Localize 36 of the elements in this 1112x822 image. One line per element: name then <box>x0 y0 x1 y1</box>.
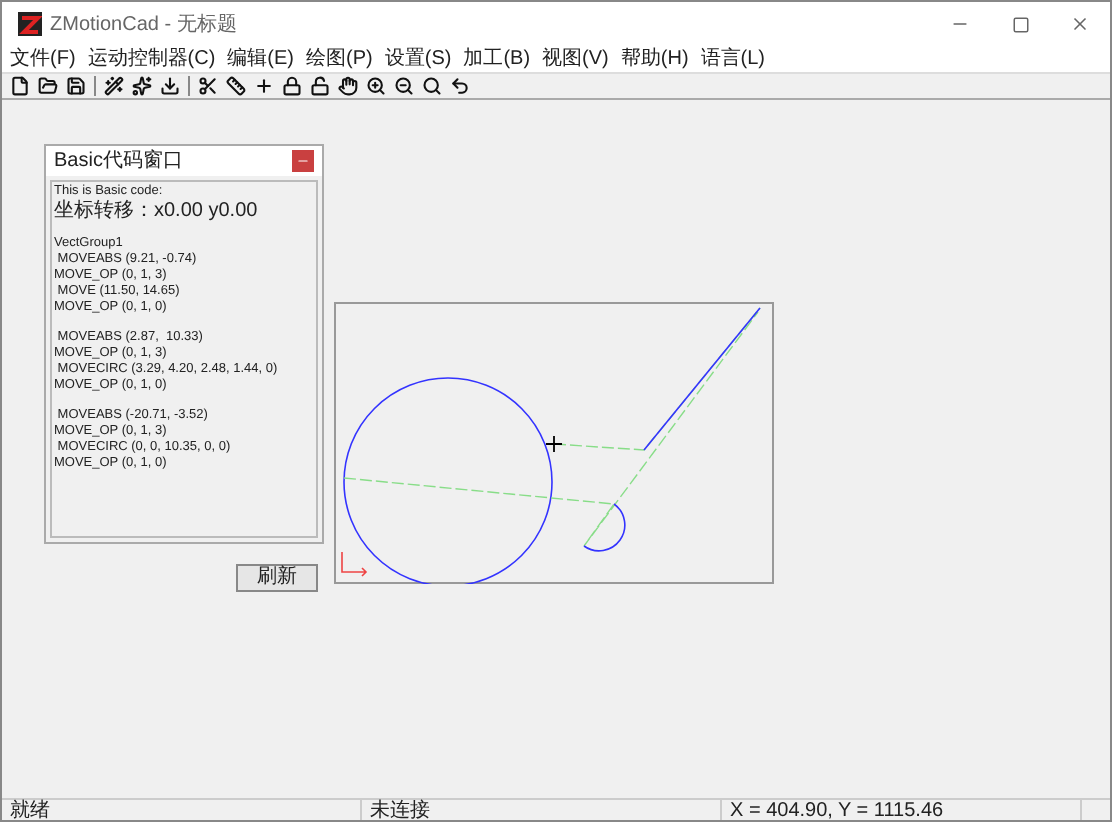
menu-item[interactable]: 语言(L) <box>700 47 766 71</box>
crosshair-icon[interactable] <box>254 76 274 96</box>
new-file-icon[interactable] <box>10 76 30 96</box>
status-text: 就绪 <box>2 799 362 820</box>
hand-icon[interactable] <box>338 76 358 96</box>
zoom-out-icon[interactable] <box>394 76 414 96</box>
app-logo-icon <box>18 12 42 36</box>
code-line: 坐标转移：x0.00 y0.00 <box>54 200 260 222</box>
status-text: X = 404.90, Y = 1115.46 <box>722 799 1082 820</box>
menu-item[interactable]: 文件(F) <box>10 47 76 71</box>
menu-item[interactable]: 绘图(P) <box>306 47 373 71</box>
download-icon[interactable] <box>160 76 180 96</box>
menu-item[interactable]: 加工(B) <box>463 47 531 71</box>
window-title: ZMotionCad - 无标题 <box>50 11 237 39</box>
lock-icon[interactable] <box>282 76 302 96</box>
maximize-icon <box>1011 15 1029 33</box>
search-icon[interactable] <box>422 76 442 96</box>
refresh-button[interactable]: 刷新 <box>236 564 318 592</box>
status-text: 未连接 <box>362 799 722 820</box>
scissors-icon[interactable] <box>198 76 218 96</box>
save-icon[interactable] <box>66 76 86 96</box>
folder-icon[interactable] <box>38 76 58 96</box>
panel-title: Basic代码窗口 <box>54 149 183 173</box>
menu-item[interactable]: 视图(V) <box>542 47 609 71</box>
zoom-in-icon[interactable] <box>366 76 386 96</box>
sparkle-icon[interactable] <box>132 76 152 96</box>
unlock-icon[interactable] <box>310 76 330 96</box>
menu-item[interactable]: 帮助(H) <box>620 47 689 71</box>
wand-icon[interactable] <box>104 76 124 96</box>
menu-item[interactable]: 运动控制器(C) <box>87 47 216 71</box>
menu-item[interactable]: 设置(S) <box>384 47 452 71</box>
arc-icon[interactable] <box>450 76 470 96</box>
minus-icon <box>296 154 310 168</box>
menu-item[interactable]: 编辑(E) <box>227 47 295 71</box>
ruler-icon[interactable] <box>226 76 246 96</box>
close-icon <box>1070 14 1090 34</box>
